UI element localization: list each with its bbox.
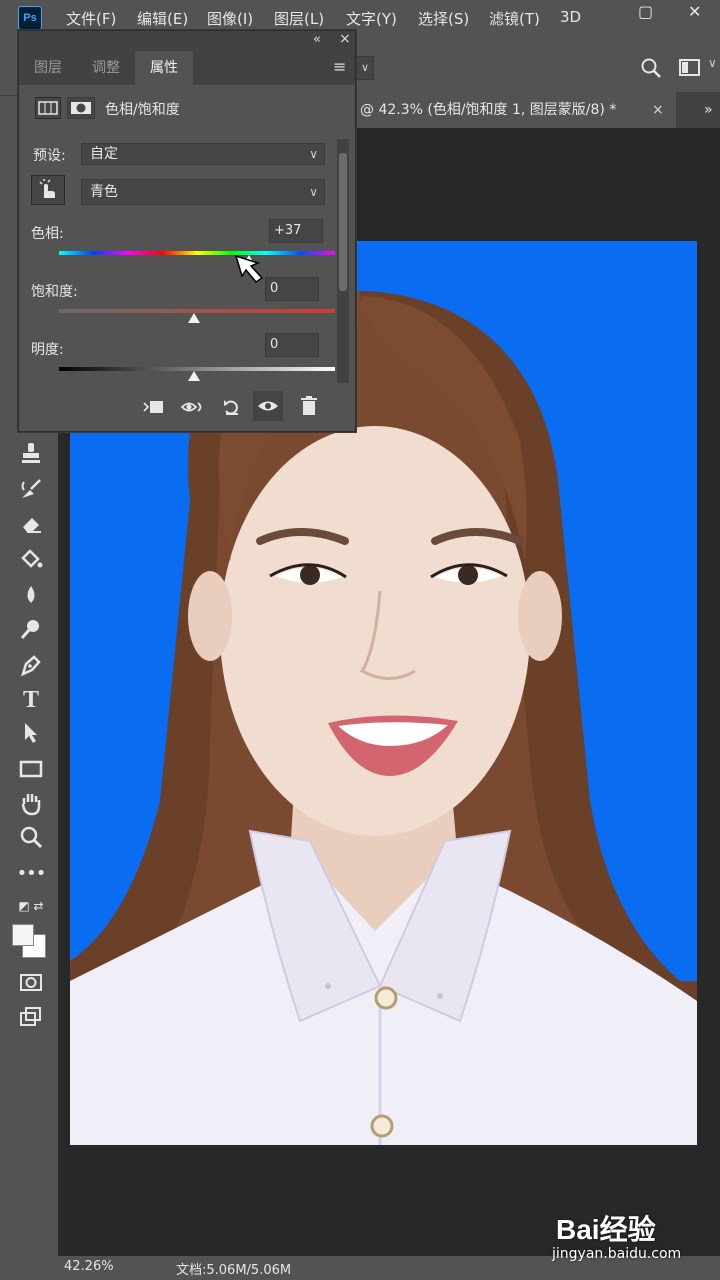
hand-tool-icon[interactable]	[16, 790, 46, 818]
hue-slider-track[interactable]	[59, 251, 335, 255]
path-selection-icon[interactable]	[16, 720, 46, 748]
quick-mask-icon[interactable]	[16, 970, 46, 998]
mouse-cursor-icon	[234, 254, 264, 283]
chevron-down-icon[interactable]: ∨	[708, 56, 717, 70]
visibility-toggle[interactable]	[253, 391, 283, 421]
saturation-value-field[interactable]: 0	[265, 277, 319, 301]
zoom-tool-icon[interactable]	[16, 824, 46, 852]
lightness-label: 明度:	[31, 342, 64, 358]
collapse-panel-icon[interactable]: «	[313, 32, 321, 47]
panel-footer	[19, 387, 355, 431]
visibility-eye-icon	[258, 401, 278, 411]
menu-type[interactable]: 文字(Y)	[346, 8, 397, 29]
color-swatches[interactable]	[10, 922, 50, 960]
panel-menu-icon[interactable]: ≡	[333, 57, 346, 76]
close-panel-icon[interactable]: ×	[339, 31, 351, 47]
swap-colors-icon[interactable]: ◩ ⇄	[16, 892, 46, 920]
clone-stamp-icon[interactable]	[16, 440, 46, 468]
clip-to-layer-icon[interactable]	[141, 397, 165, 417]
search-icon[interactable]	[640, 57, 662, 79]
lightness-value: 0	[270, 337, 279, 352]
view-previous-icon[interactable]	[179, 397, 205, 417]
tab-layers[interactable]: 图层	[19, 51, 77, 85]
panel-header: « ×	[19, 31, 355, 51]
history-brush-icon[interactable]	[16, 476, 46, 504]
tab-adjustments[interactable]: 调整	[77, 51, 135, 85]
menu-filter[interactable]: 滤镜(T)	[489, 8, 540, 29]
trash-icon[interactable]	[299, 395, 319, 417]
menu-image[interactable]: 图像(I)	[207, 8, 253, 29]
eraser-icon[interactable]	[16, 510, 46, 538]
more-tools-icon[interactable]: •••	[16, 860, 47, 888]
menu-file[interactable]: 文件(F)	[66, 8, 116, 29]
paint-bucket-icon[interactable]	[16, 546, 46, 574]
workspace-layout-icon[interactable]	[679, 58, 701, 78]
saturation-label: 饱和度:	[31, 284, 78, 300]
screen-mode-icon[interactable]	[16, 1004, 46, 1032]
adjustment-title: 色相/饱和度	[105, 102, 180, 118]
menu-layer[interactable]: 图层(L)	[274, 8, 324, 29]
preset-dropdown[interactable]: 自定 ∨	[81, 143, 325, 165]
baidu-jingyan-logo: Bai经验	[556, 1208, 656, 1248]
blur-drop-icon[interactable]	[16, 582, 46, 610]
rectangle-tool-icon[interactable]	[16, 756, 46, 784]
hue-saturation-adjustment-icon[interactable]	[35, 97, 61, 119]
foreground-color-swatch[interactable]	[12, 924, 34, 946]
panel-scrollbar[interactable]	[337, 139, 349, 383]
targeted-adjustment-icon[interactable]	[31, 175, 65, 205]
type-tool-icon[interactable]: T	[16, 686, 46, 714]
preset-label: 预设:	[33, 148, 66, 164]
menu-select[interactable]: 选择(S)	[418, 8, 469, 29]
layer-mask-icon[interactable]	[67, 97, 95, 119]
menu-edit[interactable]: 编辑(E)	[137, 8, 188, 29]
chevron-down-icon[interactable]: ∨	[356, 56, 374, 80]
reset-icon[interactable]	[221, 397, 243, 417]
zoom-level[interactable]: 42.26%	[64, 1259, 114, 1274]
saturation-value: 0	[270, 281, 279, 296]
properties-panel: « × 图层 调整 属性 ≡ 色相/饱和度 预设: 自定 ∨ 青色 ∨ 色相: …	[18, 30, 356, 432]
scrollbar-thumb[interactable]	[339, 153, 347, 291]
saturation-slider-thumb[interactable]	[188, 313, 201, 323]
document-size[interactable]: 文档:5.06M/5.06M	[176, 1259, 291, 1278]
menu-3d[interactable]: 3D	[560, 8, 581, 26]
document-tab[interactable]: @ 42.3% (色相/饱和度 1, 图层蒙版/8) *	[356, 92, 676, 128]
chevron-down-icon: ∨	[309, 185, 318, 199]
watermark-url: jingyan.baidu.com	[552, 1246, 682, 1262]
restore-window-icon[interactable]: ▢	[638, 2, 653, 21]
channel-dropdown[interactable]: 青色 ∨	[81, 179, 325, 205]
chevron-down-icon: ∨	[309, 147, 318, 161]
document-tab-title: @ 42.3% (色相/饱和度 1, 图层蒙版/8) *	[360, 102, 617, 118]
lightness-value-field[interactable]: 0	[265, 333, 319, 357]
lightness-slider-thumb[interactable]	[188, 371, 201, 381]
watermark-logo-text: Bai经验	[556, 1214, 656, 1245]
dodge-icon[interactable]	[16, 616, 46, 644]
more-tabs-icon[interactable]: »	[704, 92, 713, 128]
photoshop-logo: Ps	[18, 6, 42, 30]
close-tab-icon[interactable]: ×	[652, 92, 664, 128]
tab-properties[interactable]: 属性	[135, 51, 193, 85]
channel-value: 青色	[90, 184, 118, 200]
close-window-icon[interactable]: ✕	[688, 2, 701, 21]
hue-value-field[interactable]: +37	[269, 219, 323, 243]
hue-value: +37	[274, 223, 302, 238]
pen-tool-icon[interactable]	[16, 652, 46, 680]
document-tab-bar: @ 42.3% (色相/饱和度 1, 图层蒙版/8) * × »	[356, 92, 720, 128]
preset-value: 自定	[90, 146, 118, 162]
hue-label: 色相:	[31, 226, 64, 242]
